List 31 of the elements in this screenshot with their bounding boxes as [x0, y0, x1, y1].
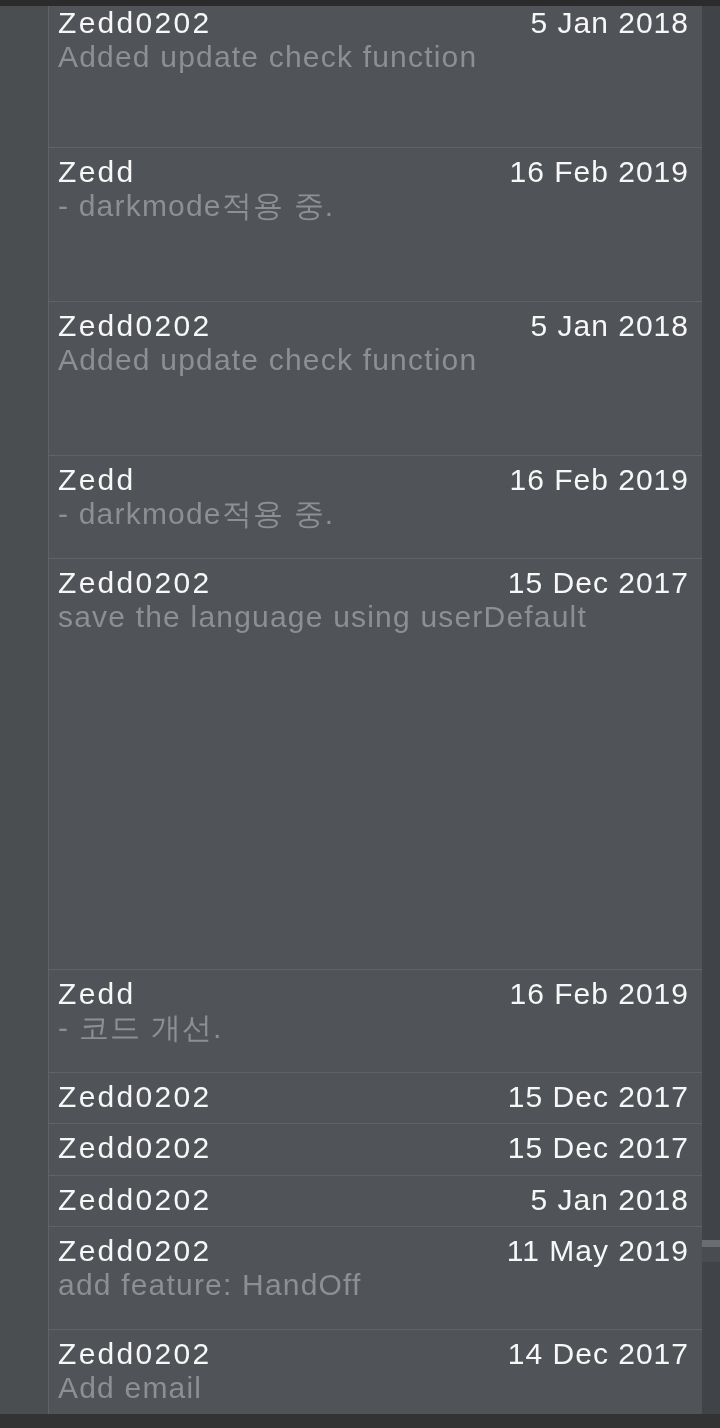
commit-message: save the language using userDefault [58, 600, 587, 634]
author-name: Zedd [58, 463, 136, 497]
commit-date: 5 Jan 2018 [530, 309, 689, 343]
commit-date: 16 Feb 2019 [509, 977, 689, 1011]
commit-message: - darkmode적용 중. [58, 189, 335, 223]
commit-date: 16 Feb 2019 [509, 155, 689, 189]
commit-date: 15 Dec 2017 [507, 566, 689, 600]
author-name: Zedd0202 [58, 1337, 212, 1371]
author-name: Zedd0202 [58, 1080, 212, 1114]
commit-message: add feature: HandOff [58, 1268, 362, 1302]
commit-message: Add email [58, 1371, 203, 1405]
author-name: Zedd0202 [58, 1234, 212, 1268]
author-name: Zedd [58, 977, 136, 1011]
commit-date: 14 Dec 2017 [507, 1337, 689, 1371]
author-name: Zedd0202 [58, 566, 212, 600]
commit-date: 5 Jan 2018 [530, 1183, 689, 1217]
scrollbar-thumb[interactable] [702, 1240, 720, 1262]
author-name: Zedd [58, 155, 136, 189]
commit-message: - 코드 개선. [58, 1011, 223, 1045]
commit-date: 5 Jan 2018 [530, 6, 689, 40]
commit-message: - darkmode적용 중. [58, 497, 335, 531]
author-name: Zedd0202 [58, 1131, 212, 1165]
author-name: Zedd0202 [58, 6, 212, 40]
commit-date: 11 May 2019 [506, 1234, 689, 1268]
author-name: Zedd0202 [58, 1183, 212, 1217]
commit-date: 16 Feb 2019 [509, 463, 689, 497]
author-name: Zedd0202 [58, 309, 212, 343]
commit-message: Added update check function [58, 40, 478, 74]
commit-date: 15 Dec 2017 [507, 1080, 689, 1114]
commit-date: 15 Dec 2017 [507, 1131, 689, 1165]
commit-message: Added update check function [58, 343, 478, 377]
